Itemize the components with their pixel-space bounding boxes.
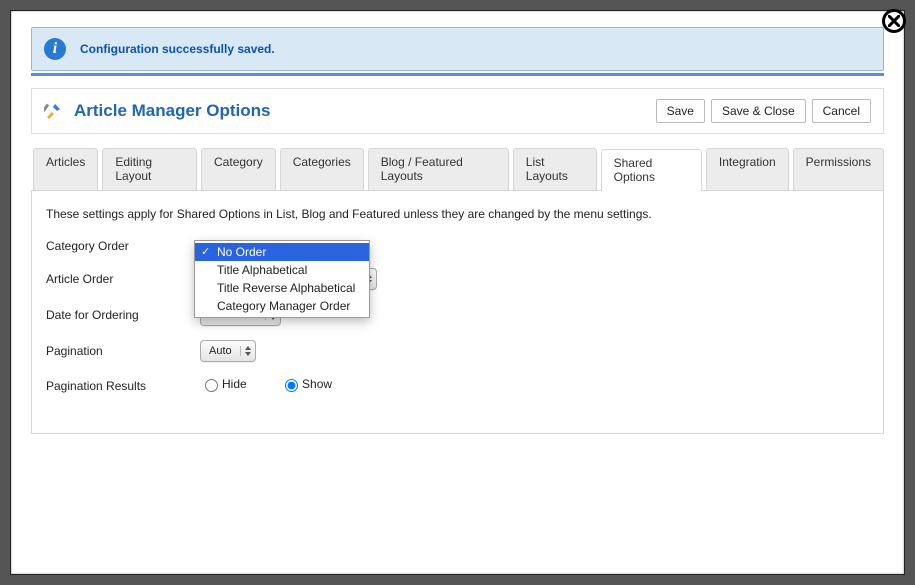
- titlebar: Article Manager Options Save Save & Clos…: [31, 88, 884, 134]
- tools-icon: [44, 102, 62, 120]
- label-date-for-ordering: Date for Ordering: [46, 308, 200, 322]
- tab-integration[interactable]: Integration: [706, 148, 789, 190]
- select-caret-icon: [240, 346, 255, 356]
- pagination-results-hide-radio[interactable]: [205, 379, 218, 392]
- pagination-results-hide-label: Hide: [222, 377, 247, 391]
- label-pagination-results: Pagination Results: [46, 379, 200, 393]
- pagination-results-show-radio[interactable]: [285, 379, 298, 392]
- panel-description: These settings apply for Shared Options …: [46, 207, 869, 221]
- tab-articles[interactable]: Articles: [33, 148, 98, 190]
- options-panel: These settings apply for Shared Options …: [31, 190, 884, 434]
- option-title-reverse-alphabetical[interactable]: Title Reverse Alphabetical: [195, 279, 369, 297]
- options-modal: i Configuration successfully saved. Arti…: [10, 10, 905, 575]
- alert-underline: [31, 73, 884, 76]
- tab-permissions[interactable]: Permissions: [793, 148, 884, 190]
- label-article-order: Article Order: [46, 272, 200, 286]
- option-title-alphabetical[interactable]: Title Alphabetical: [195, 261, 369, 279]
- save-close-button[interactable]: Save & Close: [711, 99, 806, 123]
- option-no-order[interactable]: No Order: [195, 243, 369, 261]
- pagination-results-show-label: Show: [302, 377, 332, 391]
- pagination-select[interactable]: Auto: [200, 340, 256, 362]
- save-button[interactable]: Save: [656, 99, 705, 123]
- cancel-button[interactable]: Cancel: [812, 99, 871, 123]
- tab-category[interactable]: Category: [201, 148, 276, 190]
- label-category-order: Category Order: [46, 239, 200, 253]
- tab-categories[interactable]: Categories: [280, 148, 364, 190]
- close-icon: [888, 15, 900, 27]
- success-alert: i Configuration successfully saved.: [31, 27, 884, 71]
- alert-text: Configuration successfully saved.: [80, 42, 275, 56]
- tab-bar: Articles Editing Layout Category Categor…: [31, 148, 884, 190]
- info-icon: i: [44, 38, 66, 60]
- action-buttons: Save Save & Close Cancel: [656, 99, 871, 123]
- pagination-value: Auto: [201, 345, 240, 357]
- close-button[interactable]: [882, 9, 906, 33]
- option-category-manager-order[interactable]: Category Manager Order: [195, 297, 369, 315]
- page-title: Article Manager Options: [74, 101, 270, 121]
- tab-list-layouts[interactable]: List Layouts: [513, 148, 597, 190]
- tab-shared-options[interactable]: Shared Options: [601, 149, 702, 191]
- tab-editing-layout[interactable]: Editing Layout: [102, 148, 197, 190]
- tab-blog-featured-layouts[interactable]: Blog / Featured Layouts: [368, 148, 509, 190]
- label-pagination: Pagination: [46, 344, 200, 358]
- category-order-dropdown[interactable]: No Order Title Alphabetical Title Revers…: [194, 240, 370, 318]
